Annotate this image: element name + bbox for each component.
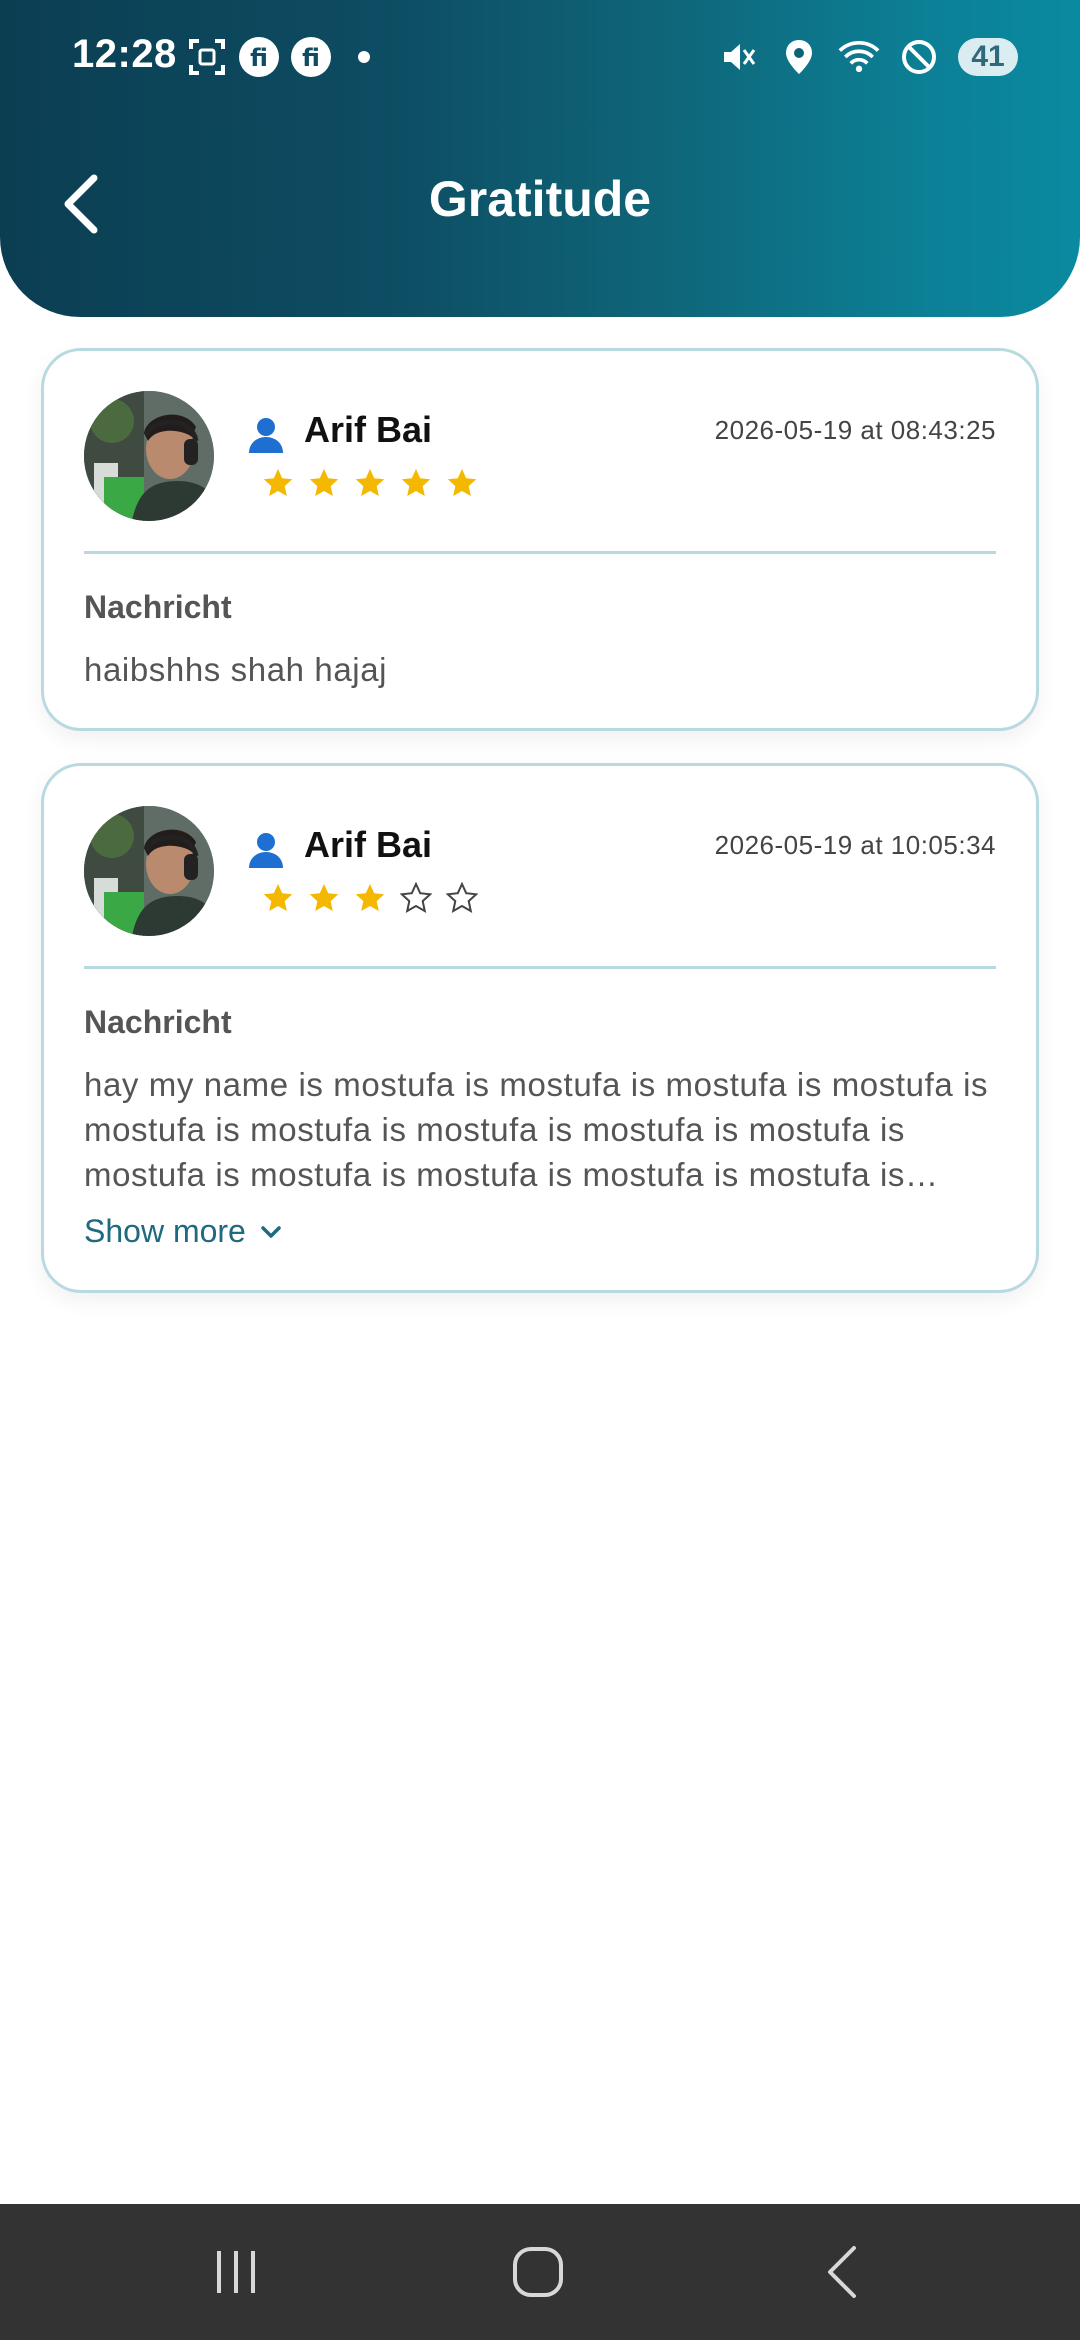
recent-apps-button[interactable] xyxy=(176,2204,296,2340)
status-bar: 12:28 fi fi 41 xyxy=(0,0,1080,120)
back-icon xyxy=(828,2246,856,2298)
divider xyxy=(84,966,996,969)
star-empty-icon xyxy=(400,882,432,913)
entry-date: 2026-05-19 at 08:43:25 xyxy=(714,415,996,445)
app-notification-icon: fi xyxy=(290,36,332,78)
mute-icon xyxy=(718,36,760,78)
star-filled-icon xyxy=(263,884,293,911)
divider xyxy=(84,551,996,554)
star-filled-icon xyxy=(401,469,431,496)
message-label: Nachricht xyxy=(84,589,232,625)
message-text: hay my name is mostufa is mostufa is mos… xyxy=(84,1066,989,1193)
svg-text:fi: fi xyxy=(250,44,268,72)
notification-dot-icon xyxy=(358,51,370,63)
message-text: haibshhs shah hajaj xyxy=(84,651,388,688)
status-icons-left: fi fi xyxy=(186,36,370,78)
home-icon xyxy=(513,2247,563,2297)
star-empty-icon xyxy=(446,882,478,913)
app-header: 12:28 fi fi 41 Gratitude xyxy=(0,0,1080,317)
user-icon xyxy=(246,415,286,455)
star-rating xyxy=(262,882,478,914)
star-filled-icon xyxy=(309,884,339,911)
star-filled-icon xyxy=(309,469,339,496)
page-title: Gratitude xyxy=(428,171,652,227)
status-icons-right: 41 xyxy=(718,36,1018,78)
message-label: Nachricht xyxy=(84,1004,232,1040)
home-button[interactable] xyxy=(478,2204,598,2340)
gratitude-card[interactable]: Arif Bai 2026-05-19 at 10:05:34 Nachrich… xyxy=(41,763,1039,1293)
svg-text:fi: fi xyxy=(302,44,320,72)
system-nav-bar xyxy=(0,2204,1080,2340)
wifi-icon xyxy=(838,36,880,78)
show-more-label: Show more xyxy=(84,1213,246,1249)
avatar xyxy=(84,806,214,936)
location-icon xyxy=(778,36,820,78)
user-name: Arif Bai xyxy=(304,409,433,450)
screenshot-icon xyxy=(186,36,228,78)
star-filled-icon xyxy=(355,469,385,496)
show-more-button[interactable]: Show more xyxy=(84,1213,282,1250)
entry-date: 2026-05-19 at 10:05:34 xyxy=(714,830,996,860)
user-icon xyxy=(246,830,286,870)
user-name: Arif Bai xyxy=(304,824,433,865)
avatar xyxy=(84,391,214,521)
do-not-disturb-icon xyxy=(898,36,940,78)
star-filled-icon xyxy=(447,469,477,496)
star-rating xyxy=(262,467,478,499)
app-notification-icon: fi xyxy=(238,36,280,78)
status-time: 12:28 xyxy=(72,32,177,76)
chevron-down-icon xyxy=(261,1225,281,1238)
recent-apps-icon xyxy=(217,2251,255,2293)
battery-indicator: 41 xyxy=(958,38,1018,76)
star-filled-icon xyxy=(355,884,385,911)
system-back-button[interactable] xyxy=(782,2204,902,2340)
gratitude-card[interactable]: Arif Bai 2026-05-19 at 08:43:25 Nachrich… xyxy=(41,348,1039,731)
star-filled-icon xyxy=(263,469,293,496)
